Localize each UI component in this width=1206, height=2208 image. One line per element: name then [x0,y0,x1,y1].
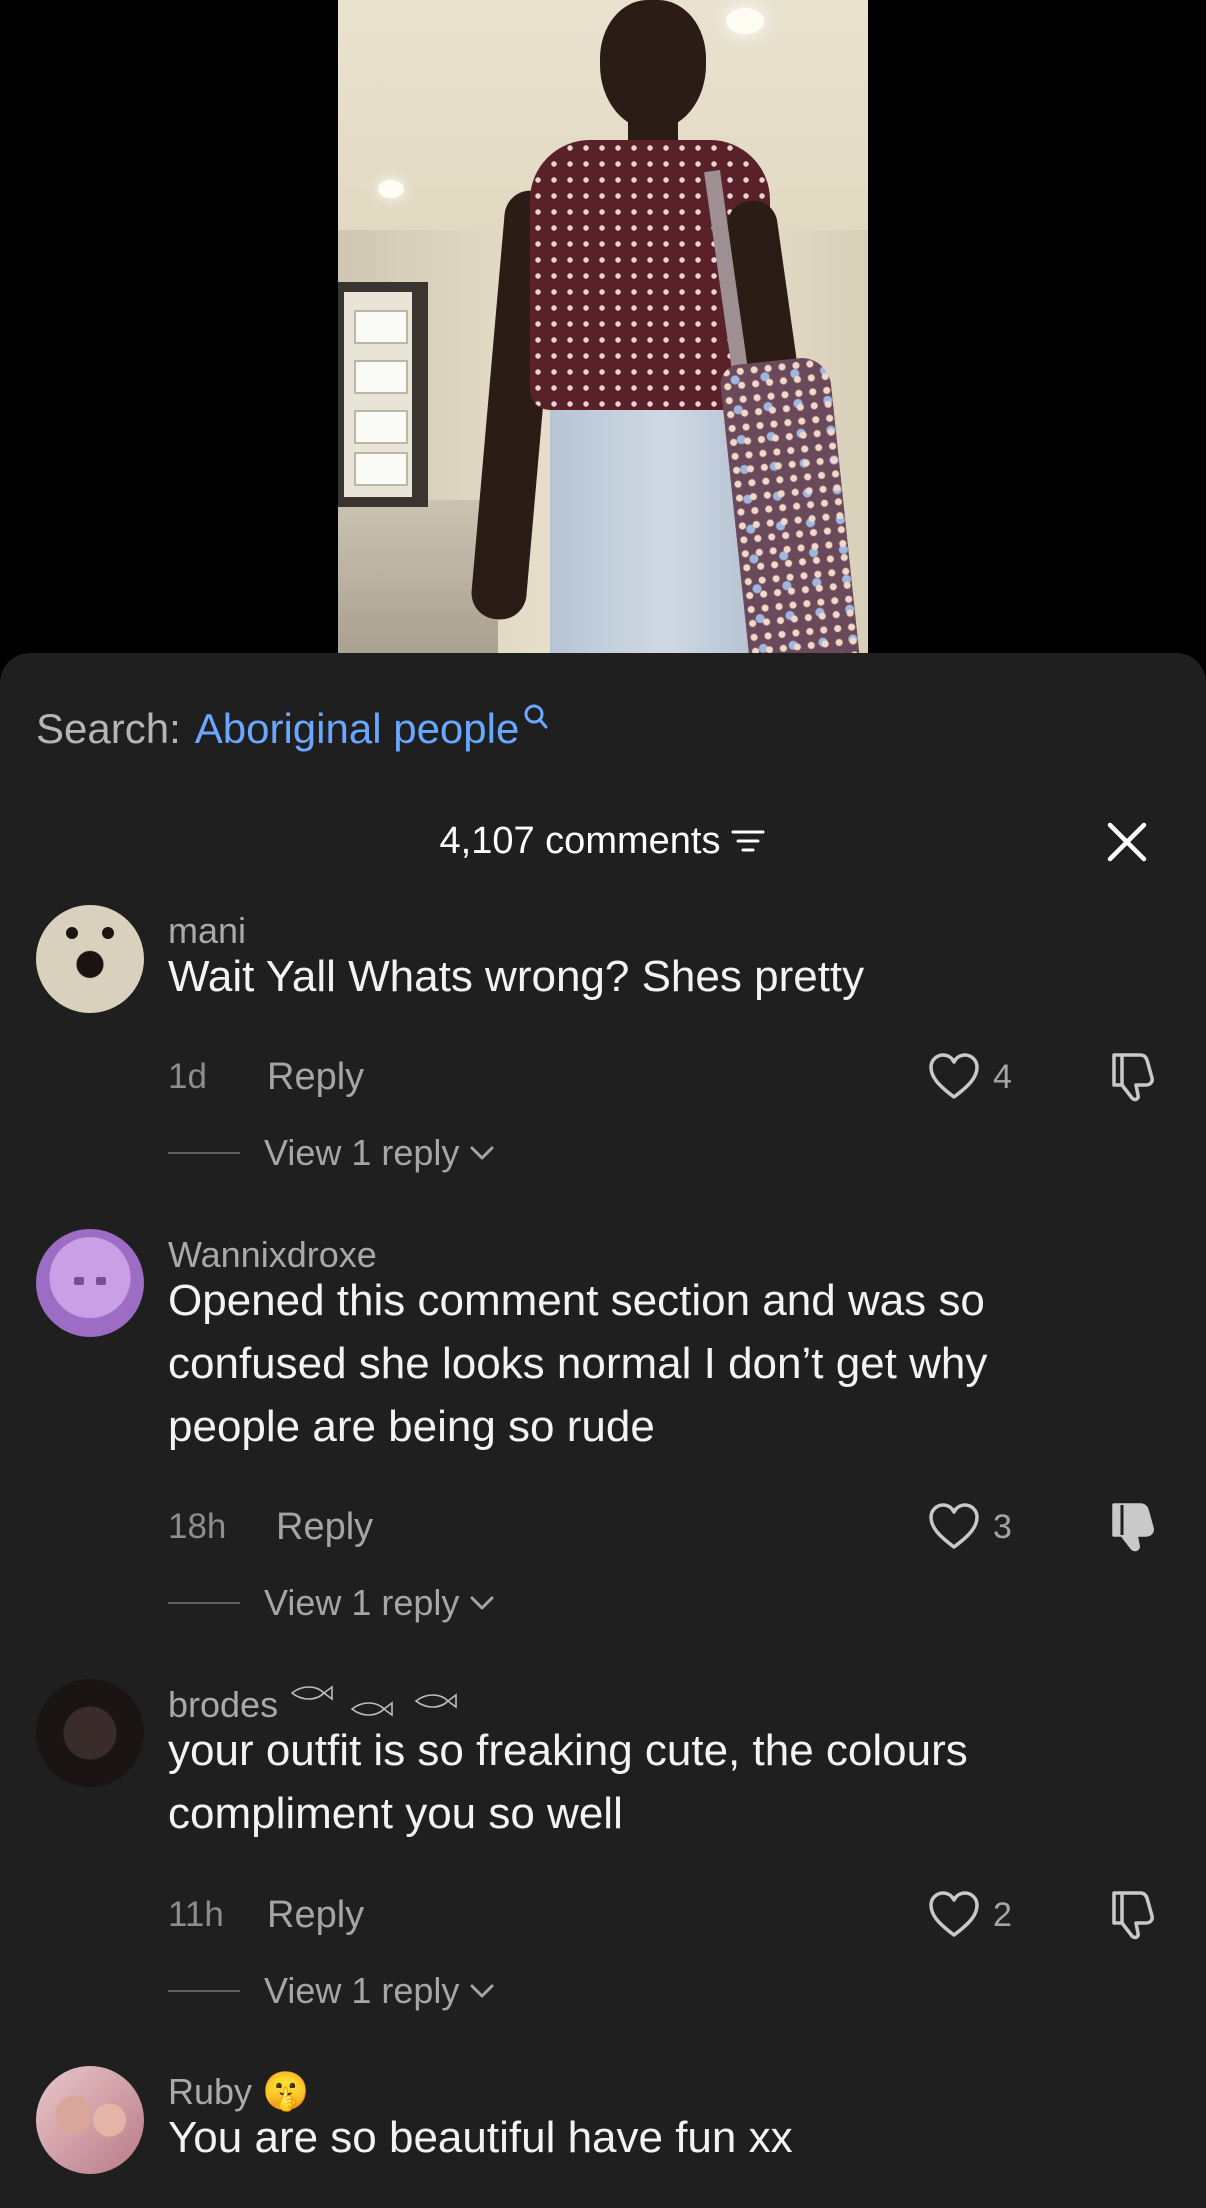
chevron-down-icon [470,1984,494,1998]
fish-icon [290,1685,457,1717]
avatar[interactable] [36,2066,144,2174]
view-replies-button[interactable]: View 1 reply [168,1131,495,1175]
comment-time: 18h [168,1507,227,1546]
comments-count: 4,107 comments [439,819,721,862]
comments-header: 4,107 comments [0,811,1206,871]
reply-button[interactable]: Reply [267,1893,364,1937]
like-count: 4 [993,1058,1012,1096]
view-replies-label: View 1 reply [264,1970,460,2011]
search-term-link[interactable]: Aboriginal people [195,705,520,753]
sort-icon[interactable] [730,826,766,856]
thumbs-down-icon[interactable] [1106,1051,1158,1103]
reply-button[interactable]: Reply [267,1055,364,1099]
avatar[interactable] [36,1229,144,1337]
thumbs-down-icon[interactable] [1106,1889,1158,1941]
search-suggestion[interactable]: Search: Aboriginal people [36,699,549,759]
close-icon[interactable] [1104,819,1150,865]
search-prefix-label: Search: [36,705,181,752]
comment-text: Wait Yall Whats wrong? Shes pretty [168,952,865,1001]
view-replies-label: View 1 reply [264,1582,460,1623]
heart-icon[interactable] [928,1053,980,1101]
thumbs-down-icon[interactable] [1106,1501,1158,1553]
view-replies-button[interactable]: View 1 reply [168,1581,495,1625]
comment-time: 1d [168,1057,207,1096]
chevron-down-icon [470,1146,494,1160]
like-count: 3 [993,1508,1012,1546]
comments-sheet: Search: Aboriginal people 4,107 comments… [0,653,1206,2208]
video-player[interactable] [0,0,1206,660]
comment-time: 11h [168,1895,224,1934]
video-frame [338,0,868,653]
heart-icon[interactable] [928,1503,980,1551]
like-count: 2 [993,1896,1012,1934]
comment-text: Opened this comment section and was so c… [168,1276,988,1451]
view-replies-button[interactable]: View 1 reply [168,1969,495,2013]
chevron-down-icon [470,1596,494,1610]
heart-icon[interactable] [928,1891,980,1939]
comment-text: your outfit is so freaking cute, the col… [168,1726,968,1838]
avatar[interactable] [36,905,144,1013]
comment-text: You are so beautiful have fun xx [168,2113,793,2162]
search-icon [524,704,548,729]
view-replies-label: View 1 reply [264,1132,460,1173]
reply-button[interactable]: Reply [276,1505,373,1549]
avatar[interactable] [36,1679,144,1787]
